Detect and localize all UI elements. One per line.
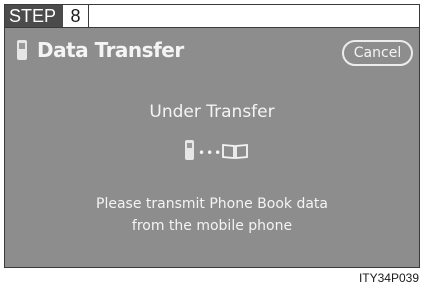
mobile-phone-icon bbox=[185, 140, 194, 160]
instruction-line-1: Please transmit Phone Book data bbox=[96, 196, 328, 212]
cancel-button[interactable]: Cancel bbox=[342, 40, 413, 66]
step-bar: STEP 8 bbox=[4, 4, 420, 28]
instruction-line-2: from the mobile phone bbox=[131, 218, 293, 234]
step-label: STEP bbox=[5, 5, 63, 27]
step-number: 8 bbox=[63, 5, 89, 27]
mobile-phone-icon bbox=[17, 40, 27, 60]
transfer-illustration: ••• bbox=[185, 140, 275, 162]
screen-title: Data Transfer bbox=[37, 38, 184, 62]
transfer-status: Under Transfer bbox=[149, 102, 275, 122]
transfer-instructions: Please transmit Phone Book data from the… bbox=[5, 193, 419, 237]
phone-book-icon bbox=[222, 144, 248, 159]
data-transfer-screen: Data Transfer Cancel Under Transfer ••• … bbox=[4, 28, 420, 268]
figure-code: ITY34P039 bbox=[358, 271, 419, 285]
transfer-dots-icon: ••• bbox=[198, 146, 223, 160]
